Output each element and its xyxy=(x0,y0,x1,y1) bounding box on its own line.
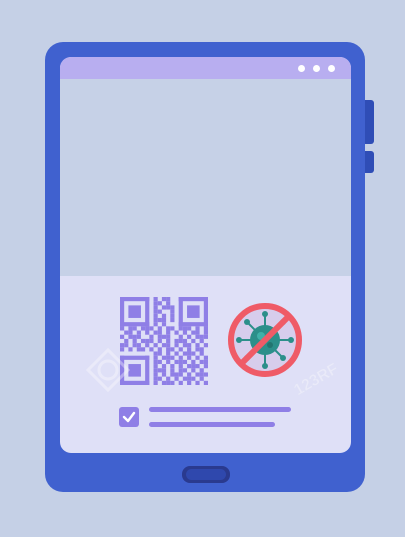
text-placeholder-line xyxy=(149,407,291,412)
text-placeholder-line xyxy=(149,422,275,427)
no-virus-icon xyxy=(228,303,302,377)
window-control-dot[interactable] xyxy=(298,65,305,72)
home-button[interactable] xyxy=(182,466,230,483)
window-control-dot[interactable] xyxy=(313,65,320,72)
content-viewport xyxy=(60,79,351,276)
tablet-screen xyxy=(60,57,351,453)
home-button-inner xyxy=(186,469,226,480)
window-control-dot[interactable] xyxy=(328,65,335,72)
checkbox-checked[interactable] xyxy=(119,407,139,427)
window-titlebar xyxy=(60,57,351,79)
checkmark-icon xyxy=(122,411,136,423)
power-button xyxy=(365,151,374,173)
qr-code-icon xyxy=(120,297,208,385)
volume-button xyxy=(365,100,374,144)
